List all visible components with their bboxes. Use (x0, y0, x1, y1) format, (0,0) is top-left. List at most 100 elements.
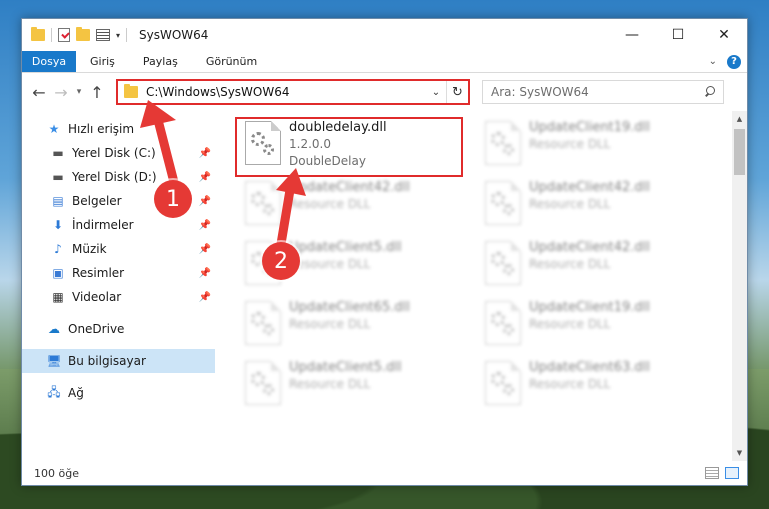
scroll-thumb[interactable] (734, 129, 745, 175)
dll-file-icon (485, 241, 521, 285)
pin-icon[interactable]: 📌 (199, 196, 211, 207)
folder-icon (124, 84, 138, 98)
sidebar-item-music[interactable]: ♪ Müzik 📌 (22, 237, 215, 261)
pin-icon[interactable]: 📌 (199, 244, 211, 255)
sidebar-item-network[interactable]: 🖧 Ağ (22, 381, 215, 405)
file-description: Resource DLL (289, 257, 371, 271)
dll-file-icon (485, 361, 521, 405)
sidebar-item-downloads[interactable]: ⬇ İndirmeler 📌 (22, 213, 215, 237)
search-input[interactable]: Ara: SysWOW64 (482, 80, 724, 104)
refresh-icon[interactable]: ↻ (446, 81, 468, 103)
sidebar-item-pictures[interactable]: ▣ Resimler 📌 (22, 261, 215, 285)
file-description: Resource DLL (529, 317, 611, 331)
file-name: UpdateClient19.dll (529, 300, 650, 315)
pin-icon[interactable]: 📌 (199, 292, 211, 303)
file-description: Resource DLL (289, 197, 371, 211)
tab-share[interactable]: Paylaş (129, 51, 192, 72)
maximize-button[interactable]: ☐ (655, 19, 701, 51)
sidebar-item-label: Müzik (72, 242, 107, 256)
pin-icon[interactable]: 📌 (199, 172, 211, 183)
recent-locations-icon[interactable]: ▾ (72, 87, 86, 97)
ribbon-tabs: Dosya Giriş Paylaş Görünüm ⌄ ? (22, 51, 747, 73)
toolbar-divider (126, 28, 128, 42)
pin-icon[interactable]: 📌 (199, 148, 211, 159)
file-name: UpdateClient65.dll (289, 300, 410, 315)
drive-icon: ▬ (52, 146, 64, 160)
sidebar-item-label: Yerel Disk (C:) (72, 146, 156, 160)
sidebar-item-local-disk-c[interactable]: ▬ Yerel Disk (C:) 📌 (22, 141, 215, 165)
window-controls: — ☐ ✕ (609, 19, 747, 51)
main-content: ★ Hızlı erişim ▬ Yerel Disk (C:) 📌 ▬ Yer… (22, 111, 747, 461)
tab-home[interactable]: Giriş (76, 51, 129, 72)
file-item[interactable]: UpdateClient19.dll Resource DLL (479, 297, 705, 355)
scroll-down-icon[interactable]: ▼ (732, 445, 747, 461)
file-description: Resource DLL (529, 257, 611, 271)
download-icon: ⬇ (52, 218, 64, 232)
sidebar-item-label: OneDrive (68, 322, 125, 336)
file-item[interactable]: UpdateClient19.dll Resource DLL (479, 117, 705, 175)
new-folder-icon[interactable] (76, 27, 90, 41)
drive-icon: ▬ (52, 170, 64, 184)
sidebar-item-videos[interactable]: ▦ Videolar 📌 (22, 285, 215, 309)
view-switcher (705, 467, 747, 479)
search-icon[interactable] (704, 86, 716, 98)
file-name: UpdateClient42.dll (529, 240, 650, 255)
pin-icon[interactable]: 📌 (199, 220, 211, 231)
file-name: UpdateClient63.dll (529, 360, 650, 375)
file-item[interactable]: UpdateClient42.dll Resource DLL (479, 237, 705, 295)
file-item[interactable]: UpdateClient65.dll Resource DLL (239, 297, 465, 355)
sidebar-item-this-pc[interactable]: 🖥 Bu bilgisayar (22, 349, 215, 373)
title-bar: ▾ SysWOW64 — ☐ ✕ (22, 19, 747, 51)
file-name: UpdateClient42.dll (289, 180, 410, 195)
ribbon-right-controls: ⌄ ? (709, 51, 747, 72)
address-path[interactable]: C:\Windows\SysWOW64 (146, 85, 290, 99)
quick-access-toolbar: ▾ (22, 27, 128, 42)
details-view-icon[interactable] (705, 467, 719, 479)
address-dropdown-icon[interactable]: ⌄ (426, 87, 446, 98)
pictures-icon: ▣ (52, 266, 64, 280)
minimize-button[interactable]: — (609, 19, 655, 51)
cloud-icon: ☁ (48, 322, 60, 336)
pin-icon[interactable]: 📌 (199, 268, 211, 279)
close-button[interactable]: ✕ (701, 19, 747, 51)
back-arrow-icon[interactable]: ← (28, 83, 50, 102)
expand-ribbon-icon[interactable]: ⌄ (709, 56, 717, 67)
help-icon[interactable]: ? (727, 54, 741, 69)
dll-file-icon (485, 181, 521, 225)
file-explorer-window: ▾ SysWOW64 — ☐ ✕ Dosya Giriş Paylaş Görü… (21, 18, 748, 486)
sidebar-item-quick-access[interactable]: ★ Hızlı erişim (22, 117, 215, 141)
videos-icon: ▦ (52, 290, 64, 304)
forward-arrow-icon[interactable]: → (50, 83, 72, 102)
large-icons-view-icon[interactable] (725, 467, 739, 479)
step-badge-2: 2 (262, 242, 300, 280)
file-item[interactable]: UpdateClient5.dll Resource DLL (239, 357, 465, 415)
address-bar[interactable]: C:\Windows\SysWOW64 ⌄ ↻ (116, 79, 470, 105)
computer-icon: 🖥 (46, 354, 62, 368)
folder-icon[interactable] (31, 27, 45, 41)
properties-check-icon[interactable] (58, 28, 70, 42)
up-arrow-icon[interactable]: ↑ (86, 83, 108, 102)
file-name: UpdateClient19.dll (529, 120, 650, 135)
documents-icon: ▤ (52, 194, 64, 208)
file-item[interactable]: UpdateClient42.dll Resource DLL (239, 177, 465, 235)
file-description: Resource DLL (529, 197, 611, 211)
tab-file[interactable]: Dosya (22, 51, 76, 72)
dll-file-icon (245, 301, 281, 345)
dll-file-icon (245, 361, 281, 405)
customize-toolbar-caret-icon[interactable]: ▾ (116, 31, 120, 40)
file-item[interactable]: UpdateClient42.dll Resource DLL (479, 177, 705, 235)
file-description: Resource DLL (289, 377, 371, 391)
sidebar-item-onedrive[interactable]: ☁ OneDrive (22, 317, 215, 341)
file-item[interactable]: UpdateClient63.dll Resource DLL (479, 357, 705, 415)
vertical-scrollbar[interactable]: ▲ ▼ (732, 111, 747, 461)
status-bar: 100 öğe (22, 461, 747, 485)
navigation-bar: ← → ▾ ↑ C:\Windows\SysWOW64 ⌄ ↻ Ara: Sys… (22, 73, 747, 111)
view-icon[interactable] (96, 29, 110, 41)
file-name: UpdateClient42.dll (529, 180, 650, 195)
tab-view[interactable]: Görünüm (192, 51, 271, 72)
scroll-up-icon[interactable]: ▲ (732, 111, 747, 127)
sidebar-item-label: Belgeler (72, 194, 122, 208)
dll-file-icon (485, 301, 521, 345)
